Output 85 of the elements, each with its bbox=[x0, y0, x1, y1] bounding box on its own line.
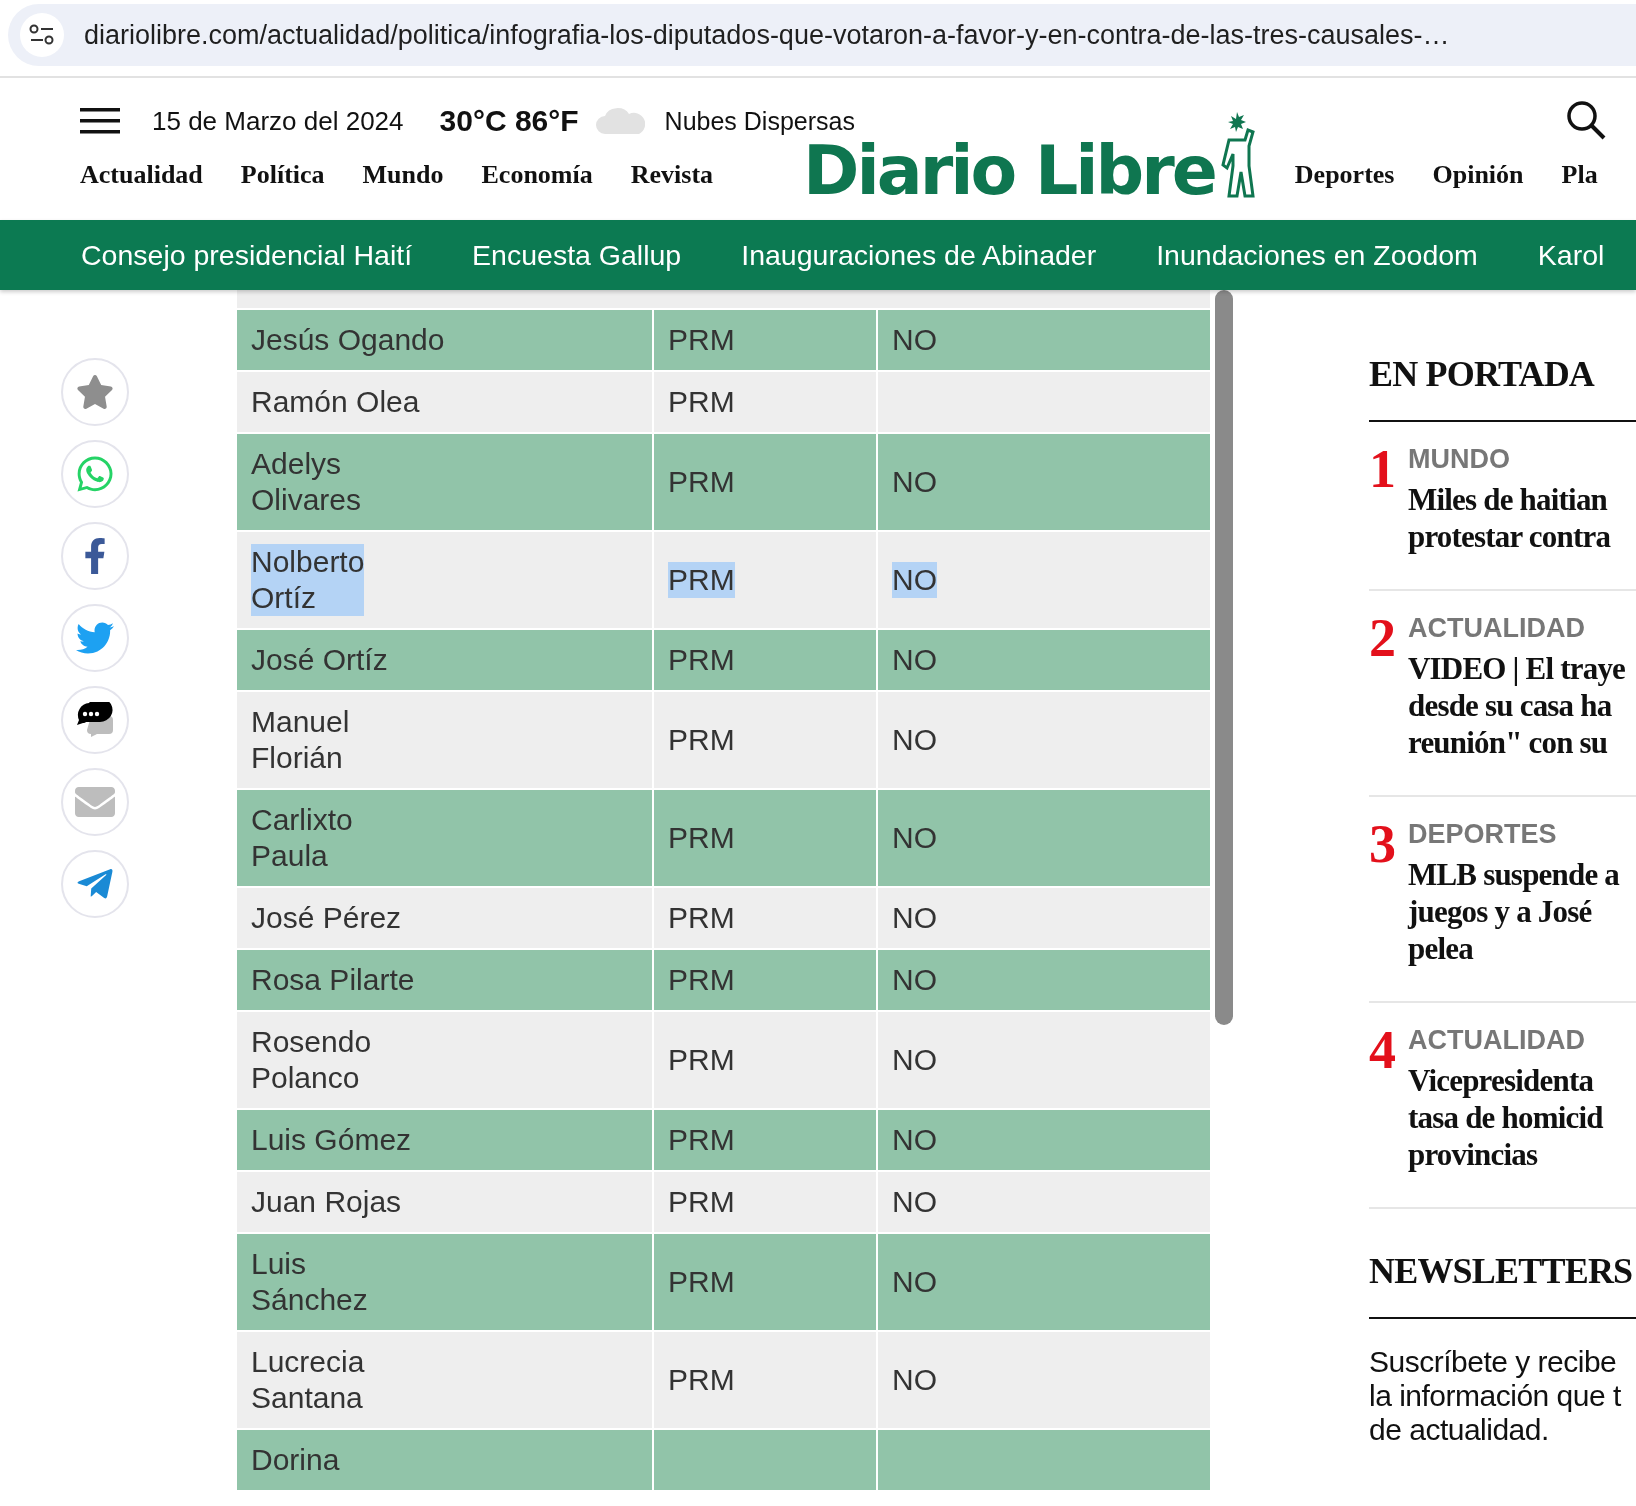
table-cell: Rosendo Polanco bbox=[237, 1012, 652, 1108]
nav-link[interactable]: Pla bbox=[1561, 160, 1598, 190]
table-cell: PRM bbox=[654, 1332, 876, 1428]
table-cell: NO bbox=[878, 1172, 1210, 1232]
trending-link[interactable]: Inauguraciones de Abinader bbox=[741, 238, 1097, 272]
nav-link[interactable]: Economía bbox=[481, 160, 593, 190]
table-cell: Jesús Ogando bbox=[237, 310, 652, 370]
address-bar[interactable]: diariolibre.com/actualidad/politica/infografia-los-diputados-que-votaron-a-favor-y-en-contra-de-las-tres-causales-… bbox=[8, 4, 1636, 66]
table-cell: PRM bbox=[654, 1172, 876, 1232]
story-headline[interactable]: Vicepresidenta tasa de homicid provincias bbox=[1408, 1062, 1603, 1173]
rank-number: 2 bbox=[1369, 613, 1396, 670]
rank-number: 1 bbox=[1369, 444, 1396, 501]
nav-link[interactable]: Mundo bbox=[362, 160, 444, 190]
table-cell: PRM bbox=[654, 888, 876, 948]
table-cell: PRM bbox=[654, 630, 876, 690]
section-title: NEWSLETTERS bbox=[1369, 1250, 1634, 1293]
story-category: ACTUALIDAD bbox=[1408, 1025, 1586, 1056]
newsletter-text: Suscríbete y recibe la información que t de actualidad. bbox=[1369, 1345, 1622, 1447]
table-cell: NO bbox=[878, 1110, 1210, 1170]
table-cell: Nolberto Ortíz bbox=[237, 532, 652, 628]
trending-link[interactable]: Consejo presidencial Haití bbox=[81, 238, 413, 272]
table-cell: Manuel Florián bbox=[237, 692, 652, 788]
table-cell: Carlixto Paula bbox=[237, 790, 652, 886]
table-cell: PRM bbox=[654, 1012, 876, 1108]
story-category: MUNDO bbox=[1408, 444, 1511, 475]
table-cell: José Ortíz bbox=[237, 630, 652, 690]
star-icon bbox=[76, 373, 114, 411]
table-cell: NO bbox=[878, 790, 1210, 886]
nav-link[interactable]: Opinión bbox=[1432, 160, 1524, 190]
site-settings-button[interactable] bbox=[20, 13, 64, 57]
table-cell: NO bbox=[878, 434, 1210, 530]
table-cell: NO bbox=[878, 1332, 1210, 1428]
weather-text: Nubes Dispersas bbox=[664, 106, 855, 136]
date-text: 15 de Marzo del 2024 bbox=[152, 105, 404, 137]
tune-icon bbox=[29, 24, 55, 46]
table-cell: NO bbox=[878, 888, 1210, 948]
story-category: ACTUALIDAD bbox=[1408, 613, 1586, 644]
table-cell: PRM bbox=[654, 372, 876, 432]
table-cell: NO bbox=[878, 1234, 1210, 1330]
table-cell: Dorina bbox=[237, 1430, 652, 1490]
table-cell: Rosa Pilarte bbox=[237, 950, 652, 1010]
scrollbar[interactable] bbox=[1215, 290, 1233, 1025]
trending-link[interactable]: Encuesta Gallup bbox=[472, 238, 682, 272]
table-cell: PRM bbox=[654, 1234, 876, 1330]
table-cell: PRM bbox=[654, 950, 876, 1010]
table-cell: PRM bbox=[654, 1110, 876, 1170]
table-cell: Lucrecia Santana bbox=[237, 1332, 652, 1428]
story-headline[interactable]: MLB suspende a juegos y a José pelea bbox=[1408, 856, 1620, 967]
table-cell: NO bbox=[878, 1012, 1210, 1108]
chat-bubbles-icon bbox=[75, 702, 115, 738]
table-cell: PRM bbox=[654, 532, 876, 628]
table-cell: NO bbox=[878, 310, 1210, 370]
story-headline[interactable]: VIDEO | El traye desde su casa ha reunión" con su bbox=[1408, 650, 1626, 761]
temperature-text: 30°C 86°F bbox=[439, 104, 579, 138]
table-cell: Juan Rojas bbox=[237, 1172, 652, 1232]
table-cell: José Pérez bbox=[237, 888, 652, 948]
table-cell: PRM bbox=[654, 692, 876, 788]
logo[interactable]: Diario Libre bbox=[803, 134, 1215, 208]
nav-link[interactable]: Política bbox=[240, 160, 325, 190]
table-cell: PRM bbox=[654, 434, 876, 530]
whatsapp-icon bbox=[75, 454, 115, 494]
cloud-icon bbox=[594, 108, 645, 134]
table-cell: Luis Gómez bbox=[237, 1110, 652, 1170]
nav-link[interactable]: Revista bbox=[630, 160, 714, 190]
table-cell: Adelys Olivares bbox=[237, 434, 652, 530]
table-cell: PRM bbox=[654, 310, 876, 370]
story-headline[interactable]: Miles de haitian protestar contra bbox=[1408, 481, 1611, 555]
table-cell: NO bbox=[878, 532, 1210, 628]
url-text: diariolibre.com/actualidad/politica/infografia-los-diputados-que-votaron-a-favor-y-en-contra-de-las-tres-causales-… bbox=[84, 19, 1450, 51]
table-cell: NO bbox=[878, 630, 1210, 690]
table-cell: PRM bbox=[654, 790, 876, 886]
table-cell: NO bbox=[878, 692, 1210, 788]
trending-link[interactable]: Karol bbox=[1537, 238, 1605, 272]
search-icon[interactable] bbox=[1566, 100, 1606, 140]
menu-icon[interactable] bbox=[80, 108, 120, 134]
rank-number: 4 bbox=[1369, 1025, 1396, 1082]
section-title: EN PORTADA bbox=[1369, 353, 1596, 396]
nav-link[interactable]: Deportes bbox=[1294, 160, 1395, 190]
trending-link[interactable]: Inundaciones en Zoodom bbox=[1156, 238, 1478, 272]
nav-link[interactable]: Actualidad bbox=[80, 160, 203, 190]
table-cell: Luis Sánchez bbox=[237, 1234, 652, 1330]
rank-number: 3 bbox=[1369, 819, 1396, 876]
story-category: DEPORTES bbox=[1408, 819, 1558, 850]
table-cell: Ramón Olea bbox=[237, 372, 652, 432]
table-cell: NO bbox=[878, 950, 1210, 1010]
